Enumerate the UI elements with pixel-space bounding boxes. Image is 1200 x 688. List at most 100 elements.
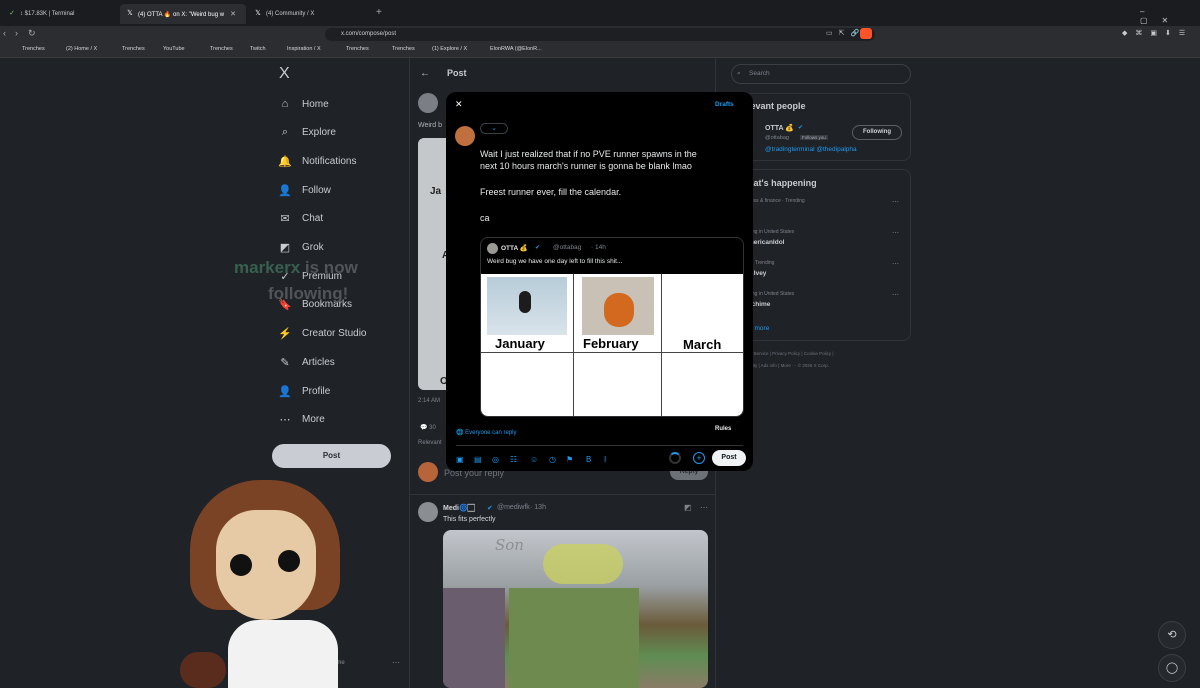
sidebar-item-creator-studio[interactable]: ⚡ Creator Studio bbox=[278, 323, 366, 345]
account-more-icon[interactable]: ⋯ bbox=[392, 658, 400, 667]
trend-topic[interactable]: mericanIdol bbox=[748, 239, 784, 246]
schedule-icon[interactable]: ◷ bbox=[549, 455, 556, 464]
sidebar-item-label: More bbox=[302, 414, 325, 426]
bookmark-item[interactable]: (2) Home / X bbox=[66, 46, 97, 52]
sidebar-item-label: Creator Studio bbox=[302, 328, 367, 340]
drafts-link[interactable]: Drafts bbox=[715, 101, 734, 108]
tab-label: (4) Community / X bbox=[266, 11, 315, 17]
sidebar-item-more[interactable]: ⋯ More bbox=[278, 409, 325, 431]
post-text-partial: Weird b bbox=[418, 122, 442, 129]
quote-author: OTTA 💰 bbox=[501, 245, 528, 252]
sidebar-item-chat[interactable]: ✉ Chat bbox=[278, 208, 323, 230]
avatar-eye bbox=[230, 554, 252, 576]
poll-icon[interactable]: ☷ bbox=[510, 455, 517, 464]
sidebar-item-label: Profile bbox=[302, 385, 331, 397]
reply-count[interactable]: 💬 30 bbox=[420, 424, 436, 431]
footer-links[interactable]: sibility | Ads info | More ··· © 2026 X … bbox=[745, 363, 829, 368]
forward-arrow-icon[interactable]: › bbox=[15, 28, 18, 38]
avatar[interactable] bbox=[418, 502, 438, 522]
bookmark-item[interactable]: (1) Explore / X bbox=[432, 46, 467, 52]
person-bio[interactable]: @tradingterminal @thedipalpha bbox=[765, 146, 857, 153]
close-icon[interactable]: ✕ bbox=[230, 10, 236, 18]
person-handle[interactable]: @ottabag bbox=[765, 135, 789, 141]
close-icon[interactable]: ✕ bbox=[455, 99, 463, 110]
tab-terminal[interactable]: ✓ ↕ $17.83K | Terminal bbox=[2, 4, 114, 24]
reply-text: This fits perfectly bbox=[443, 516, 496, 523]
bookmark-item[interactable]: Trenches bbox=[122, 46, 145, 52]
sidebar-item-label: Chat bbox=[302, 213, 324, 225]
add-post-icon[interactable]: + bbox=[693, 452, 705, 464]
more-icon[interactable]: ⋯ bbox=[892, 229, 899, 237]
new-tab-button[interactable]: + bbox=[376, 7, 382, 18]
media-icon[interactable]: ▣ bbox=[456, 455, 464, 464]
compose-line: Wait I just realized that if no PVE runn… bbox=[480, 149, 697, 159]
compose-textarea[interactable]: Wait I just realized that if no PVE runn… bbox=[480, 148, 746, 224]
gif-icon[interactable]: ▤ bbox=[474, 455, 482, 464]
url-input[interactable]: x.com/compose/post bbox=[325, 28, 875, 41]
following-button[interactable]: Following bbox=[852, 125, 902, 140]
reply-handle[interactable]: @mediwfk bbox=[497, 504, 530, 511]
audience-select[interactable]: ⌄ bbox=[480, 123, 508, 134]
sidebar-item-notifications[interactable]: 🔔 Notifications bbox=[278, 150, 356, 172]
sidebar-item-grok[interactable]: ◩ Grok bbox=[278, 237, 324, 259]
sidebar-item-label: Articles bbox=[302, 356, 335, 368]
grok-fab-icon[interactable]: ⟲ bbox=[1158, 621, 1186, 649]
x-logo-icon[interactable]: X bbox=[279, 65, 290, 83]
quote-card[interactable]: OTTA 💰 ✔ @ottabag · 14h Weird bug we hav… bbox=[480, 237, 744, 417]
back-arrow-icon[interactable]: ‹ bbox=[3, 28, 6, 38]
bookmark-item[interactable]: Trenches bbox=[346, 46, 369, 52]
bold-icon[interactable]: B bbox=[586, 455, 591, 464]
window-controls[interactable]: ‒▢✕ bbox=[1140, 7, 1200, 25]
game-panel bbox=[509, 588, 639, 688]
sidebar-item-profile[interactable]: 👤 Profile bbox=[278, 380, 330, 402]
reply-author[interactable]: Medi🌀🏻 bbox=[443, 504, 475, 513]
bookmark-item[interactable]: Inspiration / X bbox=[287, 46, 321, 52]
search-input[interactable]: ⌕ Search bbox=[731, 64, 911, 84]
grok-icon: ◩ bbox=[279, 242, 291, 254]
rules-link[interactable]: Rules bbox=[715, 426, 731, 432]
bookmark-item[interactable]: ElonRWA (@ElonR... bbox=[490, 46, 542, 52]
more-icon[interactable]: ⋯ bbox=[892, 260, 899, 268]
profile-icon: 👤 bbox=[278, 385, 292, 398]
reply-settings-label: Everyone can reply bbox=[465, 430, 517, 436]
chat-fab-icon[interactable]: ◯ bbox=[1158, 654, 1186, 682]
whats-happening-card: hat's happening ness & finance · Trendin… bbox=[731, 169, 911, 341]
grok-icon[interactable]: ◩ bbox=[684, 503, 692, 512]
footer-links[interactable]: s of Service | Privacy Policy | Cookie P… bbox=[745, 351, 834, 356]
location-icon[interactable]: ⚑ bbox=[566, 455, 573, 464]
bookmark-item[interactable]: YouTube bbox=[163, 46, 185, 52]
card-title: levant people bbox=[748, 101, 806, 111]
person-name[interactable]: OTTA 💰 bbox=[765, 124, 794, 132]
extension-icons[interactable]: ◆⌘▣⬇☰ bbox=[1122, 29, 1193, 37]
relevant-sort[interactable]: Relevant bbox=[418, 440, 442, 446]
search-icon: ⌕ bbox=[281, 126, 289, 139]
post-image[interactable]: Ja A O bbox=[418, 138, 449, 390]
avatar-shirt bbox=[228, 620, 338, 688]
sidebar-item-label: Follow bbox=[302, 184, 331, 196]
more-icon[interactable]: ⋯ bbox=[892, 198, 899, 206]
italic-icon[interactable]: I bbox=[604, 455, 606, 464]
post-button[interactable]: Post bbox=[712, 450, 746, 466]
back-arrow-icon[interactable]: ← bbox=[420, 68, 430, 79]
reload-icon[interactable]: ↻ bbox=[28, 28, 36, 39]
bookmark-item[interactable]: Trenches bbox=[210, 46, 233, 52]
sidebar-item-follow[interactable]: 👤 Follow bbox=[278, 179, 331, 201]
bookmark-item[interactable]: Trenches bbox=[392, 46, 415, 52]
avatar[interactable] bbox=[418, 93, 438, 113]
tab-otta[interactable]: 𝕏 (4) OTTA 🔥 on X: "Weird bug w ✕ bbox=[120, 4, 246, 24]
bookmark-item[interactable]: Trenches bbox=[22, 46, 45, 52]
grok-icon[interactable]: ◎ bbox=[492, 455, 499, 464]
post-button[interactable]: Post bbox=[272, 444, 391, 468]
emoji-icon[interactable]: ☺ bbox=[530, 455, 538, 464]
sidebar-item-home[interactable]: ⌂ Home bbox=[278, 93, 329, 115]
sidebar-item-explore[interactable]: ⌕ Explore bbox=[278, 122, 336, 144]
reply-image[interactable]: Son bbox=[443, 530, 708, 688]
reply-settings[interactable]: 🌐 Everyone can reply bbox=[456, 429, 517, 436]
sidebar-item-articles[interactable]: ✎ Articles bbox=[278, 351, 335, 373]
more-icon[interactable]: ⋯ bbox=[700, 503, 708, 512]
brave-shield-icon[interactable] bbox=[860, 28, 872, 39]
tab-community[interactable]: 𝕏 (4) Community / X bbox=[248, 4, 368, 24]
more-icon[interactable]: ⋯ bbox=[892, 291, 899, 299]
bookmark-item[interactable]: Twitch bbox=[250, 46, 266, 52]
streamer-avatar bbox=[180, 470, 355, 688]
